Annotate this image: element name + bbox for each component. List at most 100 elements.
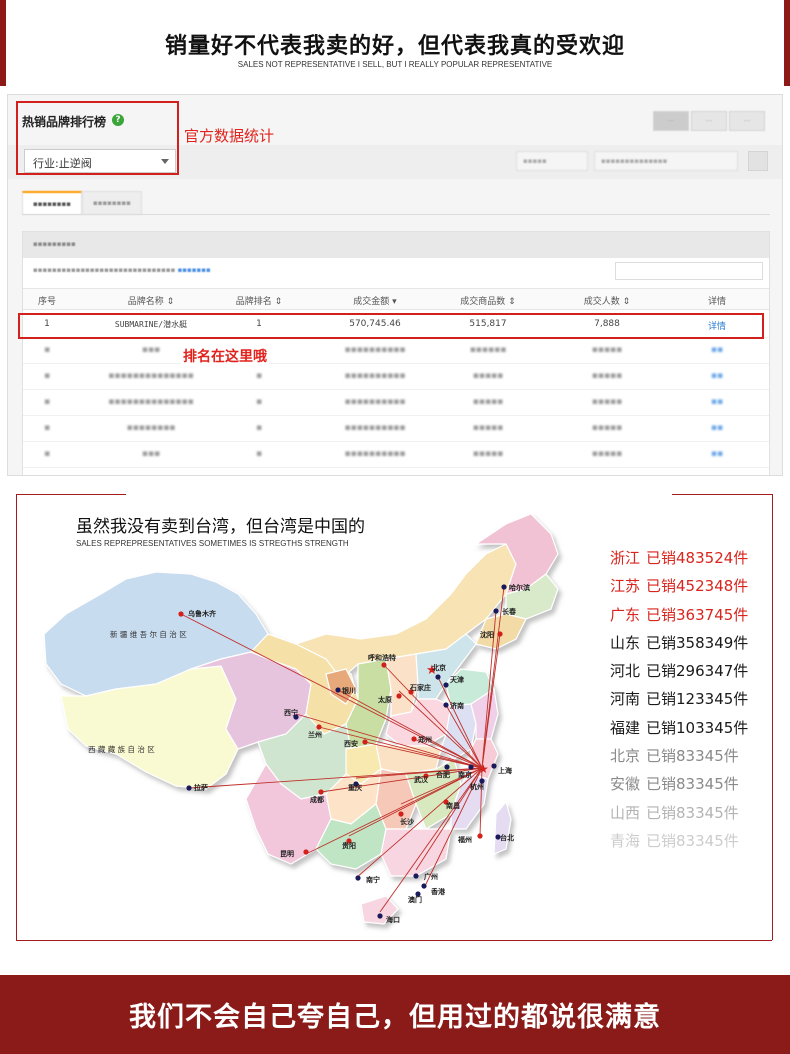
province-sales-item: 河北 已销296347件 [610, 657, 748, 685]
label-guangzhou: 广州 [424, 872, 438, 881]
label-wuhan: 武汉 [414, 775, 429, 784]
province-name: 山西 [610, 803, 641, 822]
province-sales-text: 已销83345件 [646, 803, 739, 822]
col-header-brand[interactable]: 品牌名称 ⇕ [128, 294, 174, 307]
label-nanchang: 南昌 [446, 801, 460, 810]
label-chengdu: 成都 [310, 795, 324, 804]
label-shenyang: 沈阳 [480, 630, 494, 639]
table-note: ▪▪▪▪▪▪▪▪▪▪▪▪▪▪▪▪▪▪▪▪▪▪▪▪▪▪▪▪▪▪ ▪▪▪▪▪▪▪ [33, 266, 211, 274]
table-header: 序号 品牌名称 ⇕ 品牌排名 ⇕ 成交金额 ▾ 成交商品数 ⇕ 成交人数 ⇕ 详… [23, 288, 769, 310]
region-guangdong [380, 828, 452, 877]
label-changchun: 长春 [502, 607, 517, 616]
bottom-banner: 我们不会自己夸自己，但用过的都说很满意 [0, 975, 790, 1054]
footer-slogan: 我们不会自己夸自己，但用过的都说很满意 [129, 1002, 661, 1033]
official-data-label: 官方数据统计 [184, 127, 275, 145]
province-sales-text: 已销123345件 [646, 690, 749, 709]
sales-map-section: ★ ★ 新 疆 维 吾 尔 自 治 区 西 藏 藏 族 自 治 区 乌鲁木齐 哈… [6, 484, 782, 968]
province-name: 福建 [610, 718, 641, 737]
detail-link[interactable]: ▪▪ [711, 423, 723, 433]
highlight-box-industry [16, 101, 179, 175]
table-row: ▪ ▪▪▪▪▪▪▪▪ ▪ ▪▪▪▪▪▪▪▪▪▪ ▪▪▪▪▪ ▪▪▪▪▪ ▪▪ [23, 416, 769, 442]
province-sales-text: 已销83345件 [646, 747, 739, 766]
hub-star-icon: ★ [478, 762, 489, 776]
table-caption-bar: ▪▪▪▪▪▪▪▪▪ [23, 232, 769, 258]
range-tab[interactable]: ··· [729, 111, 765, 131]
province-sales-text: 已销363745件 [646, 605, 749, 624]
col-header-rank[interactable]: 品牌排名 ⇕ [236, 294, 282, 307]
province-name: 青海 [610, 831, 641, 850]
label-nanning: 南宁 [366, 875, 380, 884]
tab-rising-brands[interactable]: ▪▪▪▪▪▪▪▪ [81, 191, 142, 215]
province-name: 北京 [610, 747, 641, 766]
province-sales-item: 安徽 已销83345件 [610, 770, 748, 798]
label-taibei: 台北 [500, 833, 514, 842]
label-beijing: 北京 [432, 663, 446, 672]
date-range-select[interactable]: ▪▪▪▪▪▪▪▪▪▪▪▪▪▪ [594, 151, 738, 171]
province-name: 安徽 [610, 775, 641, 794]
province-name: 浙江 [610, 549, 641, 567]
province-sales-item: 北京 已销83345件 [610, 742, 748, 770]
label-harbin: 哈尔滨 [509, 583, 530, 592]
label-fuzhou: 福州 [457, 835, 472, 844]
province-name: 山东 [610, 633, 641, 652]
province-sales-text: 已销83345件 [646, 831, 739, 850]
label-xian: 西安 [344, 739, 358, 748]
province-sales-item: 青海 已销83345件 [610, 827, 748, 855]
range-tab[interactable]: ··· [653, 111, 689, 131]
range-tab[interactable]: ··· [691, 111, 727, 131]
province-sales-item: 福建 已销103345件 [610, 714, 748, 742]
label-shijiazhuang: 石家庄 [409, 683, 431, 692]
label-jinan: 济南 [450, 701, 464, 710]
table-row: ▪▪▪▪▪▪▪▪▪▪▪▪▪▪▪▪▪▪▪▪▪▪▪▪▪▪▪▪ [23, 338, 769, 364]
label-hohhot: 呼和浩特 [368, 653, 396, 662]
label-xinjiang: 新 疆 维 吾 尔 自 治 区 [110, 629, 187, 639]
tab-hot-brands[interactable]: ▪▪▪▪▪▪▪▪ [22, 191, 82, 215]
province-sales-item: 河南 已销123345件 [610, 685, 748, 713]
detail-link[interactable]: ▪▪ [711, 371, 723, 381]
province-sales-text: 已销296347件 [646, 662, 749, 681]
province-sales-text: 已销83345件 [646, 775, 739, 794]
label-lhasa: 拉萨 [194, 783, 208, 792]
label-shanghai: 上海 [498, 766, 512, 775]
province-sales-item: 山东 已销358349件 [610, 629, 748, 657]
col-header-amount[interactable]: 成交金额 ▾ [353, 294, 396, 307]
province-sales-text: 已销358349件 [646, 633, 749, 652]
province-sales-text: 已销452348件 [646, 577, 749, 596]
rank-note: 排名在这里哦 [181, 346, 269, 366]
calendar-icon[interactable] [748, 151, 768, 171]
ranking-screenshot-panel: 热销品牌排行榜 ? ··· ··· ··· 行业:止逆阀 ▪▪▪▪▪ ▪▪▪▪▪… [7, 94, 783, 476]
province-sales-text: 已销483524件 [646, 549, 749, 567]
province-sales-item: 山西 已销83345件 [610, 799, 748, 827]
label-hefei: 合肥 [435, 770, 450, 779]
label-haikou: 海口 [386, 915, 400, 924]
table-search-input[interactable] [615, 262, 763, 280]
province-sales-item: 广东 已销363745件 [610, 601, 748, 629]
label-tianjin: 天津 [450, 675, 464, 684]
detail-link[interactable]: ▪▪ [711, 449, 723, 459]
top-banner: 销量好不代表我卖的好，但代表我真的受欢迎 SALES NOT REPRESENT… [0, 0, 790, 86]
province-name: 江苏 [610, 577, 641, 596]
col-header-buyers[interactable]: 成交人数 ⇕ [584, 294, 630, 307]
time-range-tabs: ··· ··· ··· [651, 111, 765, 131]
label-yinchuan: 银川 [342, 686, 356, 695]
province-sales-item: 江苏 已销452348件 [610, 572, 748, 600]
col-header-no: 序号 [37, 297, 57, 307]
table-row: ▪ ▪▪▪▪▪▪▪▪▪▪▪▪▪▪ ▪ ▪▪▪▪▪▪▪▪▪▪ ▪▪▪▪▪ ▪▪▪▪▪ ▪▪ [23, 364, 769, 390]
col-header-items[interactable]: 成交商品数 ⇕ [460, 294, 515, 307]
highlight-box-row [18, 313, 764, 339]
region-taiwan [493, 800, 512, 855]
detail-link[interactable]: ▪▪ [711, 397, 723, 407]
map-title: 虽然我没有卖到台湾，但台湾是中国的 [76, 517, 365, 537]
period-select[interactable]: ▪▪▪▪▪ [516, 151, 588, 171]
label-nanjing: 南京 [458, 770, 472, 779]
label-taiyuan: 太原 [378, 695, 392, 704]
label-macau: 澳门 [408, 895, 422, 904]
label-guiyang: 贵阳 [342, 841, 356, 850]
province-sales-text: 已销103345件 [646, 718, 749, 737]
label-lanzhou: 兰州 [308, 730, 322, 739]
detail-link[interactable]: ▪▪ [711, 345, 723, 355]
label-urumqi: 乌鲁木齐 [188, 609, 217, 618]
tab-divider [22, 214, 770, 215]
table-row: ▪ ▪▪▪ ▪ ▪▪▪▪▪▪▪▪▪▪ ▪▪▪▪▪ ▪▪▪▪▪ ▪▪ [23, 442, 769, 468]
label-xining: 西宁 [284, 708, 298, 717]
